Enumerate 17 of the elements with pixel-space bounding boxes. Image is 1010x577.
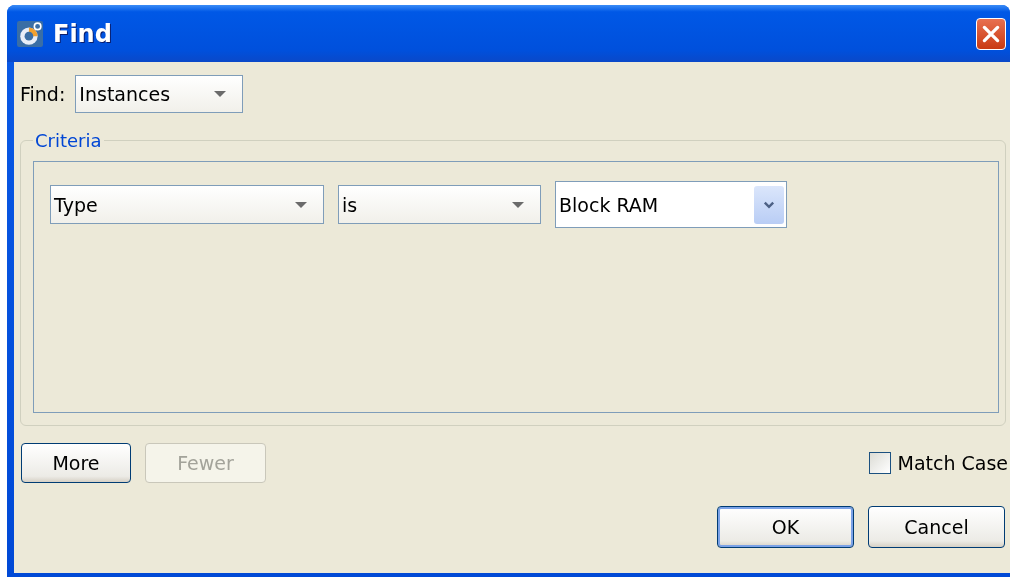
value-dropdown[interactable]: Block RAM [555, 181, 787, 228]
app-icon [17, 20, 43, 47]
ok-button[interactable]: OK [717, 506, 854, 548]
close-button[interactable] [976, 17, 1006, 50]
field-dropdown[interactable]: Type [50, 185, 324, 224]
more-button[interactable]: More [21, 443, 131, 483]
caret-icon [295, 201, 307, 208]
cancel-button[interactable]: Cancel [868, 506, 1005, 548]
operator-dropdown[interactable]: is [338, 185, 541, 224]
checkbox[interactable] [869, 452, 892, 474]
caret-icon [214, 91, 227, 97]
caret-icon [512, 201, 524, 208]
window-title: Find [53, 19, 113, 48]
checkbox-label: Match Case [897, 452, 1008, 474]
find-label: Find: [20, 83, 66, 105]
find-dropdown[interactable]: Instances [75, 75, 244, 113]
criteria-legend: Criteria [33, 130, 104, 151]
